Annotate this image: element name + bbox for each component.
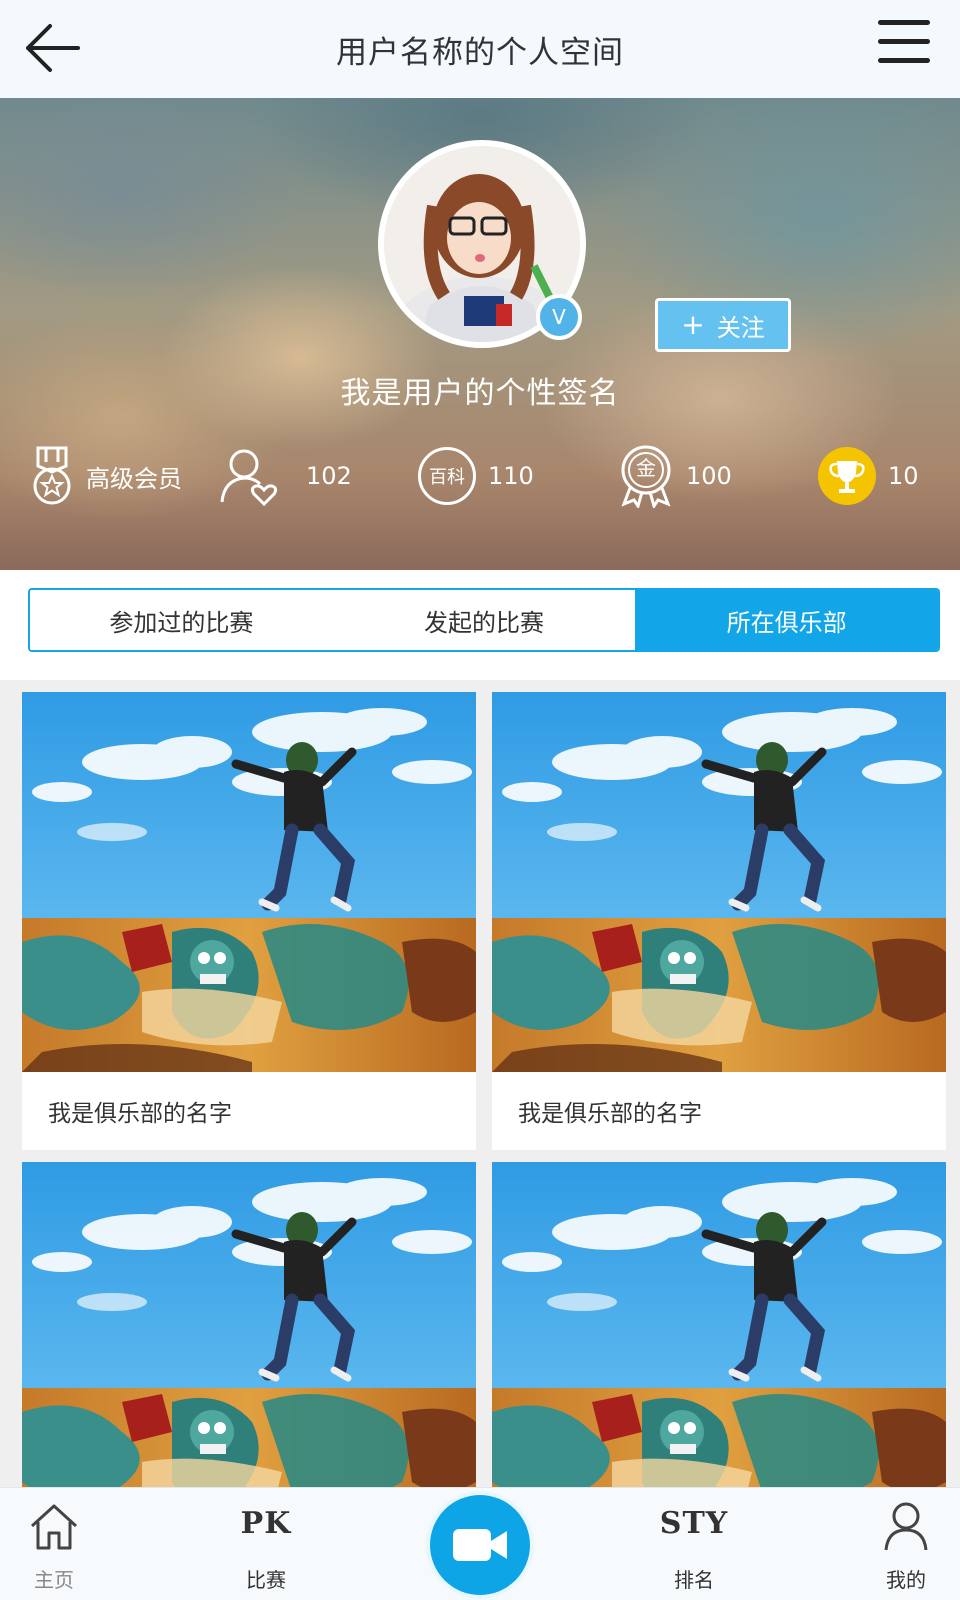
stat-gold[interactable]: 金 100 [618,443,732,509]
stat-gold-value: 100 [686,462,732,490]
page-title: 用户名称的个人空间 [336,34,624,71]
stat-followers-value: 102 [306,462,352,490]
menu-icon[interactable] [878,20,930,72]
gold-medal-icon-text: 金 [636,456,656,480]
back-arrow-icon[interactable] [22,20,82,76]
verified-badge: V [536,294,582,340]
follow-button[interactable]: + 关注 [655,298,791,352]
tab-my-clubs[interactable]: 所在俱乐部 [635,590,938,650]
stat-baike[interactable]: 百科 110 [418,443,534,509]
nav-rank[interactable]: STY 排名 [634,1488,754,1600]
nav-match-label: 比赛 [246,1568,286,1592]
nav-home[interactable]: 主页 [0,1488,114,1600]
profile-banner: V + 关注 我是用户的个性签名 高级会员 102 百科 110 金 100 1… [0,98,960,570]
record-video-button[interactable] [430,1495,530,1595]
nav-mine-label: 我的 [886,1568,926,1592]
followers-heart-icon [220,446,278,506]
tabs-section: 参加过的比赛 发起的比赛 所在俱乐部 [0,570,960,680]
nav-home-label: 主页 [34,1568,74,1592]
home-icon [30,1504,78,1550]
club-image [492,1162,946,1542]
baike-icon: 百科 [418,447,476,505]
stat-member-level-value: 高级会员 [86,464,182,493]
follow-label: 关注 [716,313,765,342]
stat-trophy-value: 10 [888,462,919,490]
user-icon [884,1502,928,1551]
plus-icon: + [681,308,705,341]
pk-icon: PK [240,1506,292,1541]
stat-followers[interactable]: 102 [220,443,352,509]
baike-icon-text: 百科 [429,467,465,488]
nav-mine[interactable]: 我的 [846,1488,960,1600]
club-card[interactable]: 我是俱乐部的名字 [492,692,946,1150]
video-camera-icon [453,1529,507,1561]
club-image [22,692,476,1072]
stat-member-level: 高级会员 [30,443,182,509]
top-bar: 用户名称的个人空间 [0,0,960,98]
club-name: 我是俱乐部的名字 [518,1101,702,1127]
tab-bar: 参加过的比赛 发起的比赛 所在俱乐部 [28,588,940,652]
nav-rank-label: 排名 [674,1568,714,1592]
tab-joined-matches[interactable]: 参加过的比赛 [30,590,333,650]
stat-baike-value: 110 [488,462,534,490]
club-name: 我是俱乐部的名字 [48,1101,232,1127]
gold-medal-icon: 金 [618,444,674,508]
member-medal-icon [30,446,74,506]
tab-created-matches[interactable]: 发起的比赛 [332,590,636,650]
stat-trophy[interactable]: 10 [818,443,919,509]
trophy-icon [818,447,876,505]
club-card[interactable]: 我是俱乐部的名字 [22,692,476,1150]
club-image [492,692,946,1072]
user-signature: 我是用户的个性签名 [340,376,620,411]
club-image [22,1162,476,1542]
sty-icon: STY [659,1506,729,1541]
nav-match[interactable]: PK 比赛 [206,1488,326,1600]
